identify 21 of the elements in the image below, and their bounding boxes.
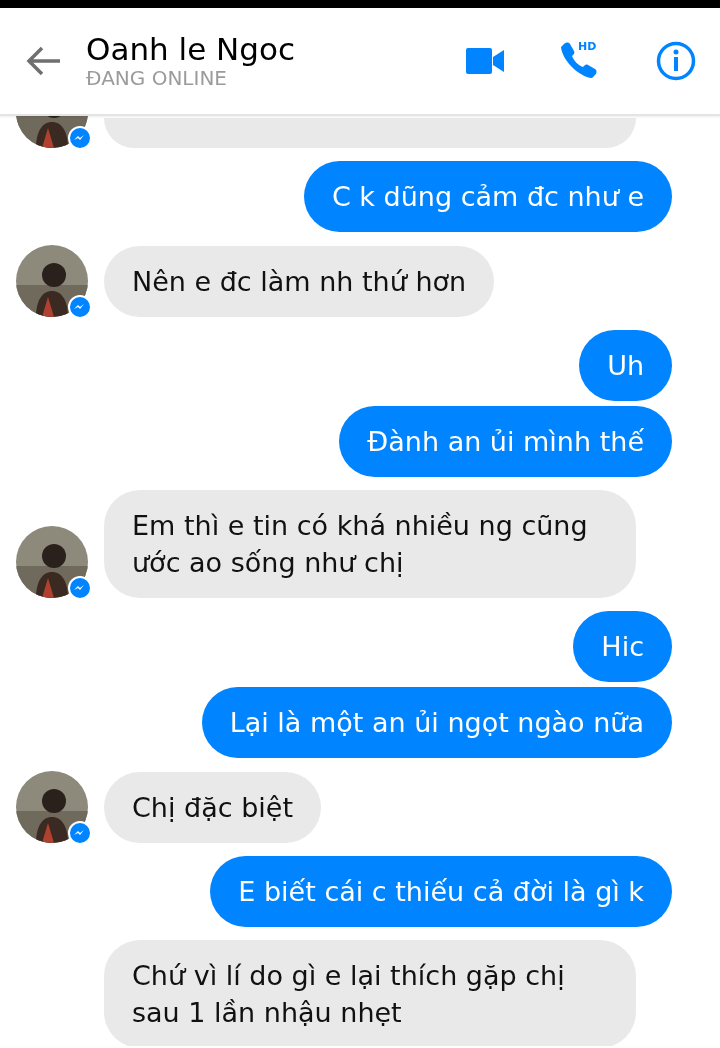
contact-name: Oanh le Ngoc (86, 31, 296, 67)
online-status: ĐANG ONLINE (86, 66, 228, 91)
video-call-icon[interactable] (466, 48, 504, 74)
info-icon[interactable] (656, 41, 696, 81)
message-bubble: E biết cái c thiếu cả đời là gì k (210, 856, 672, 927)
message-bubble: Chị đặc biệt (104, 772, 321, 843)
message-bubble: Đành an ủi mình thế (339, 406, 672, 477)
hd-call-button[interactable]: HD (560, 41, 600, 81)
messenger-badge-icon (68, 126, 92, 150)
message-bubble: Uh (579, 330, 672, 401)
message-bubble: Chứ vì lí do gì e lại thích gặp chị sau 1 lần nhậu nhẹt (104, 940, 636, 1046)
message-bubble: Hic (573, 611, 672, 682)
message-bubble: Lại là một an ủi ngọt ngào nữa (201, 687, 672, 758)
hd-label: HD (578, 41, 597, 52)
message-bubble: Em thì e tin có khá nhiều ng cũng ước ao sống như chị (104, 490, 636, 598)
messenger-badge-icon (68, 821, 92, 845)
back-icon[interactable] (26, 45, 62, 77)
messenger-badge-icon (68, 576, 92, 600)
message-bubble: Nên e đc làm nh thứ hơn (104, 246, 495, 317)
message-bubble: C k dũng cảm đc như e (303, 161, 672, 232)
messenger-badge-icon (68, 295, 92, 319)
